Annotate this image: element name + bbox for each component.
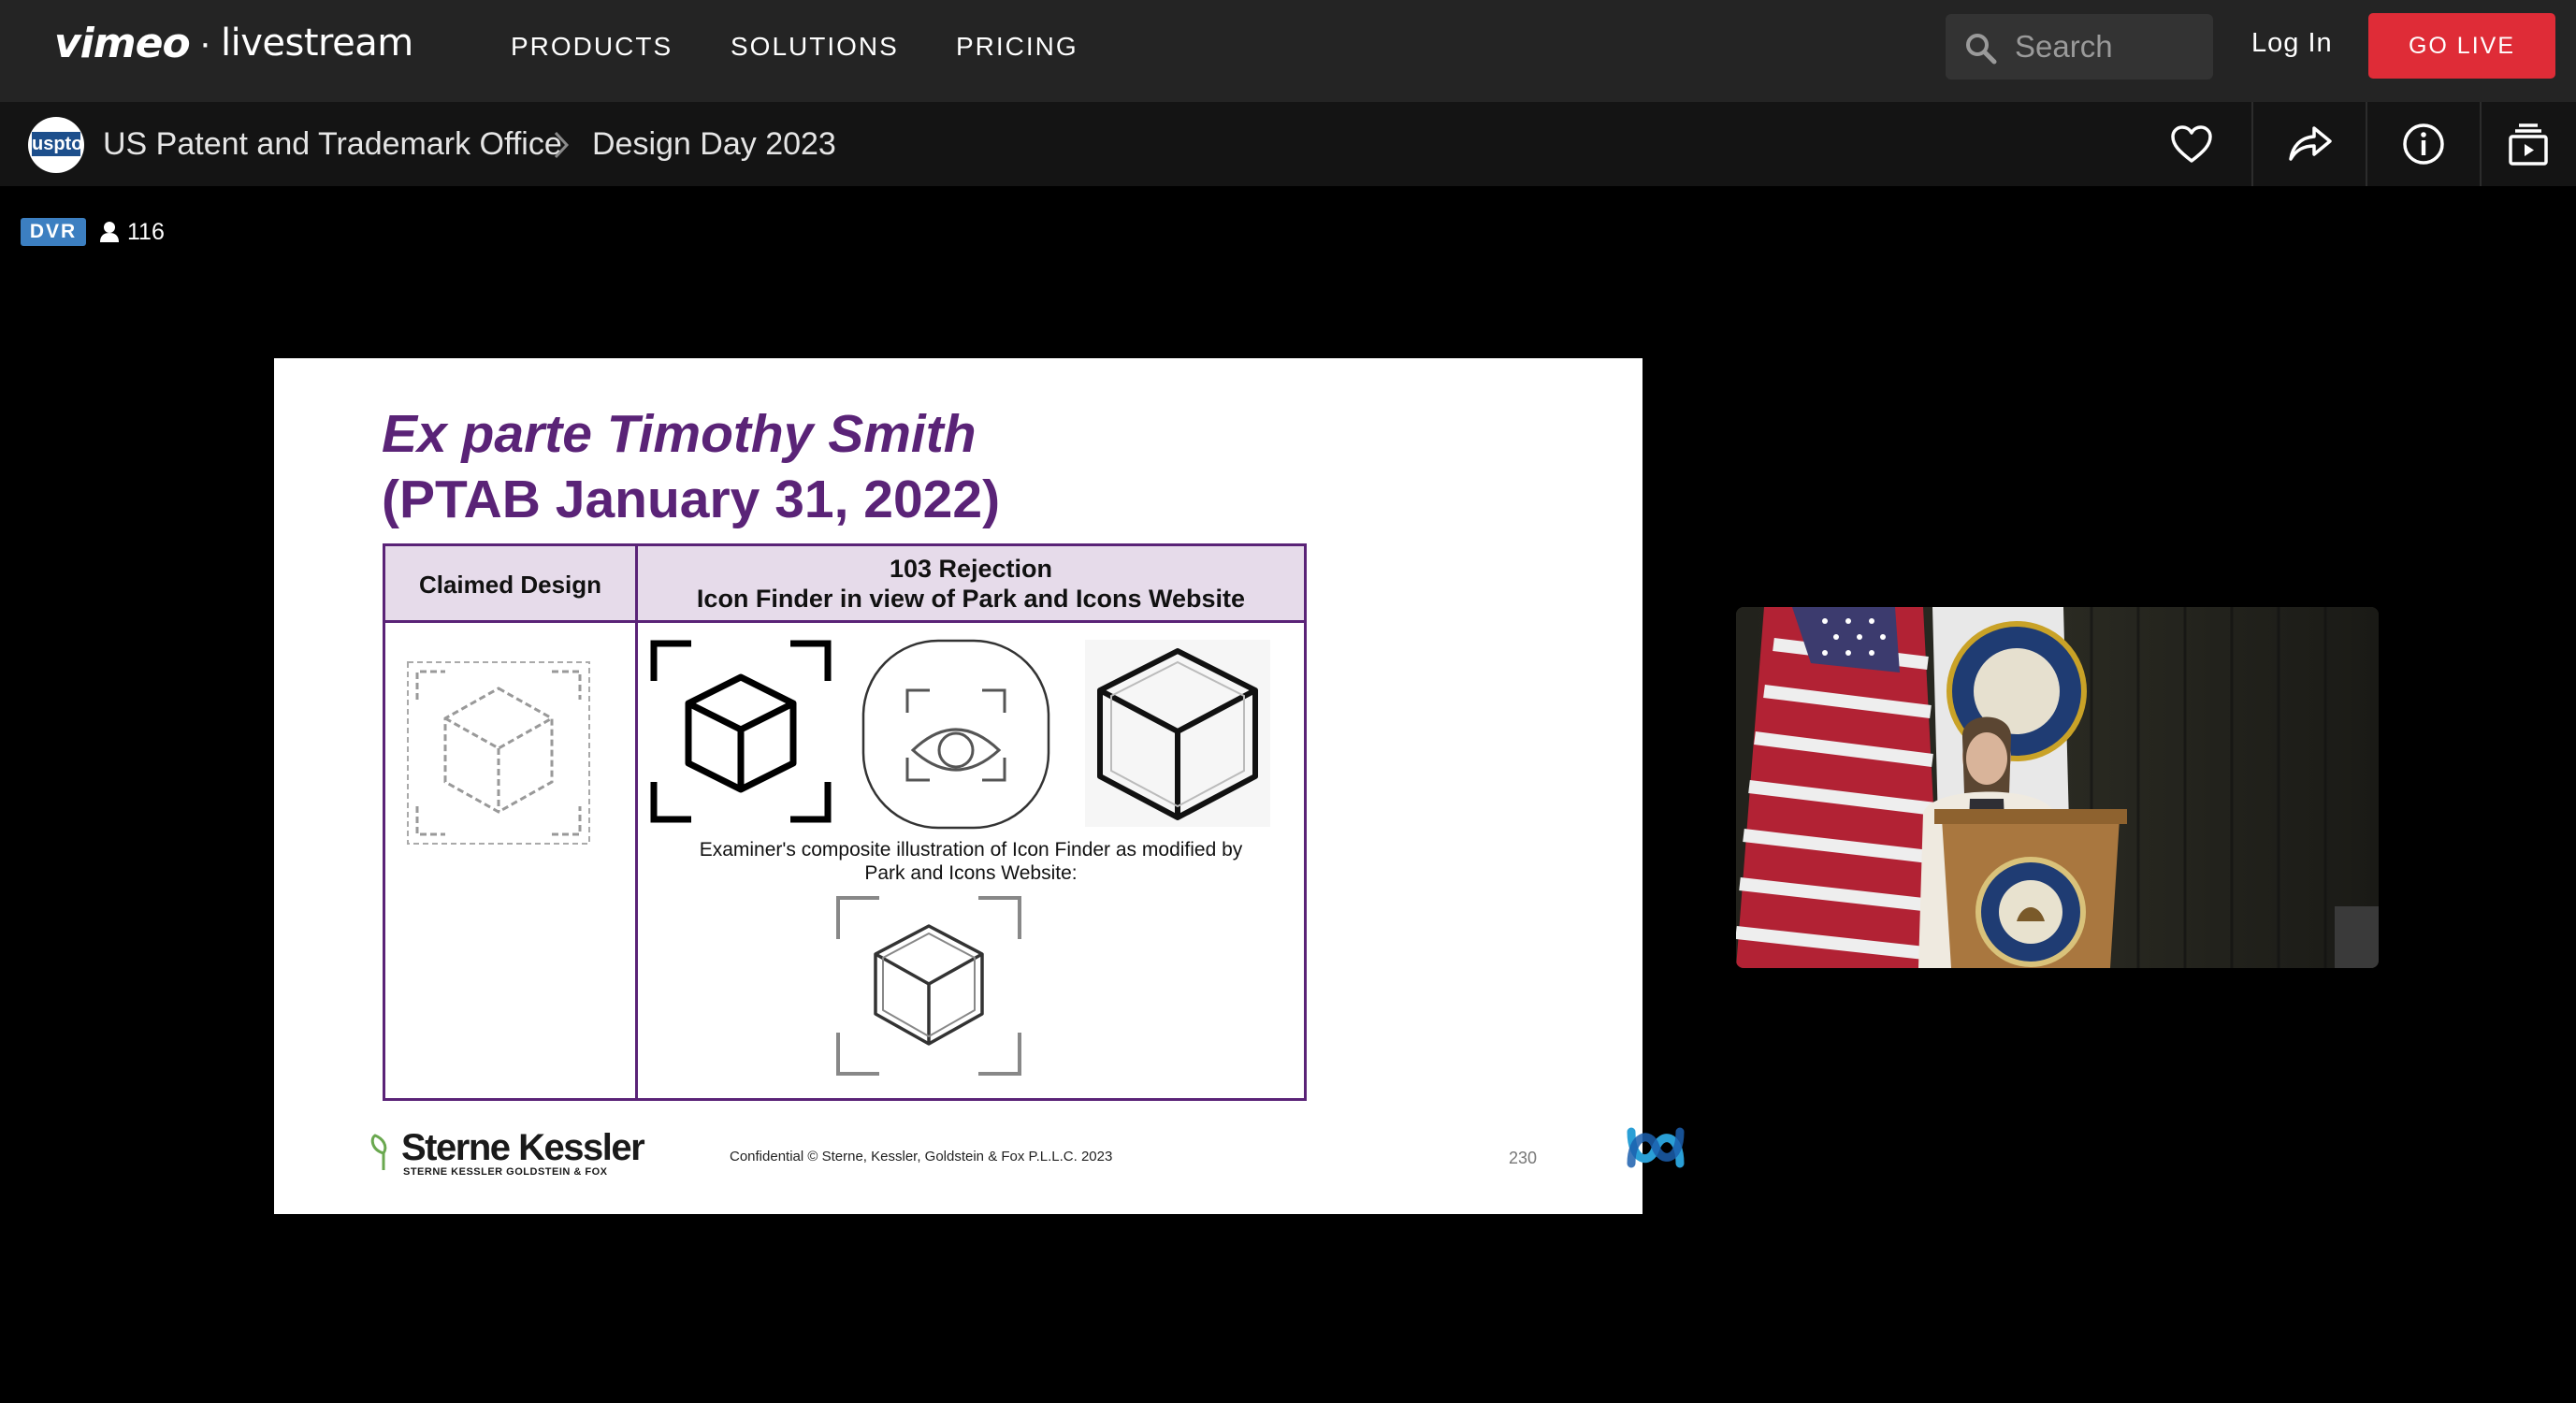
top-navbar: vimeo · livestream PRODUCTS SOLUTIONS PR…: [0, 0, 2576, 102]
comparison-table: Claimed Design 103 Rejection Icon Finder…: [383, 543, 1307, 1101]
nav-products[interactable]: PRODUCTS: [511, 28, 673, 65]
breadcrumb-event: Design Day 2023: [592, 126, 836, 162]
table-header-claimed: Claimed Design: [418, 570, 602, 599]
viewer-count: 116: [99, 217, 165, 247]
examiner-caption: Examiner's composite illustration of Ico…: [638, 838, 1304, 885]
table-column-divider: [635, 546, 638, 1098]
composite-cube-icon: [836, 896, 1021, 1076]
icon-finder-cube-icon: [650, 640, 832, 823]
toolbar-divider: [2251, 102, 2253, 186]
dvr-badge[interactable]: DVR: [21, 218, 86, 246]
table-header-rejection: 103 Rejection Icon Finder in view of Par…: [638, 554, 1304, 614]
logo-separator: ·: [198, 22, 212, 64]
caption-line2: Park and Icons Website:: [864, 862, 1078, 884]
info-icon: [2403, 123, 2444, 165]
firm-subtitle: STERNE KESSLER GOLDSTEIN & FOX: [403, 1166, 608, 1178]
collection-button[interactable]: [2481, 102, 2576, 186]
breadcrumb-owner[interactable]: US Patent and Trademark Office: [103, 123, 562, 165]
avatar[interactable]: uspto: [28, 117, 84, 173]
logo-vimeo-text: vimeo: [54, 19, 191, 67]
like-button[interactable]: [2135, 102, 2248, 186]
go-live-button[interactable]: GO LIVE: [2368, 13, 2555, 79]
rejection-line1: 103 Rejection: [889, 555, 1053, 583]
logo-livestream-text: livestream: [221, 22, 413, 65]
presentation-slide: Ex parte Timothy Smith (PTAB January 31,…: [274, 358, 1643, 1214]
caption-line1: Examiner's composite illustration of Ico…: [699, 839, 1243, 861]
slide-title-line2: (PTAB January 31, 2022): [382, 470, 1001, 529]
avatar-label: uspto: [32, 132, 83, 156]
confidential-notice: Confidential © Sterne, Kessler, Goldstei…: [730, 1149, 1113, 1164]
share-icon: [2289, 126, 2332, 161]
share-button[interactable]: [2254, 102, 2366, 186]
slide-page-number: 230: [1509, 1149, 1538, 1167]
nav-pricing[interactable]: PRICING: [956, 28, 1078, 65]
search-box[interactable]: [1946, 14, 2213, 80]
speaker-camera-feed[interactable]: [1736, 607, 2379, 968]
viewer-count-value: 116: [127, 218, 165, 245]
table-header-row: Claimed Design 103 Rejection Icon Finder…: [385, 546, 1304, 623]
firm-name: Sterne Kessler: [401, 1127, 645, 1168]
info-button[interactable]: [2367, 102, 2480, 186]
search-input[interactable]: [2015, 23, 2202, 70]
login-link[interactable]: Log In: [2251, 24, 2333, 62]
slide-title-line1: Ex parte Timothy Smith: [382, 404, 977, 464]
park-eye-icon: [861, 639, 1050, 830]
nav-solutions[interactable]: SOLUTIONS: [731, 28, 899, 65]
rejection-line2: Icon Finder in view of Park and Icons We…: [696, 585, 1246, 613]
icons-website-cube-icon: [1085, 640, 1270, 827]
claimed-design-icon: [407, 661, 590, 845]
vimeo-livestream-logo[interactable]: vimeo · livestream: [54, 17, 413, 69]
search-icon: [1966, 34, 1997, 65]
collection-icon: [2509, 123, 2548, 166]
chevron-right-icon: [554, 131, 570, 159]
heart-icon: [2171, 125, 2212, 163]
user-icon: [100, 222, 119, 242]
speaker-video-frame: [1736, 607, 2379, 968]
sterne-kessler-leaf-icon: [370, 1134, 387, 1170]
slide-title: Ex parte Timothy Smith (PTAB January 31,…: [382, 401, 1000, 532]
channel-bar: uspto US Patent and Trademark Office Des…: [0, 102, 2576, 186]
webex-icon: [1627, 1127, 1685, 1168]
